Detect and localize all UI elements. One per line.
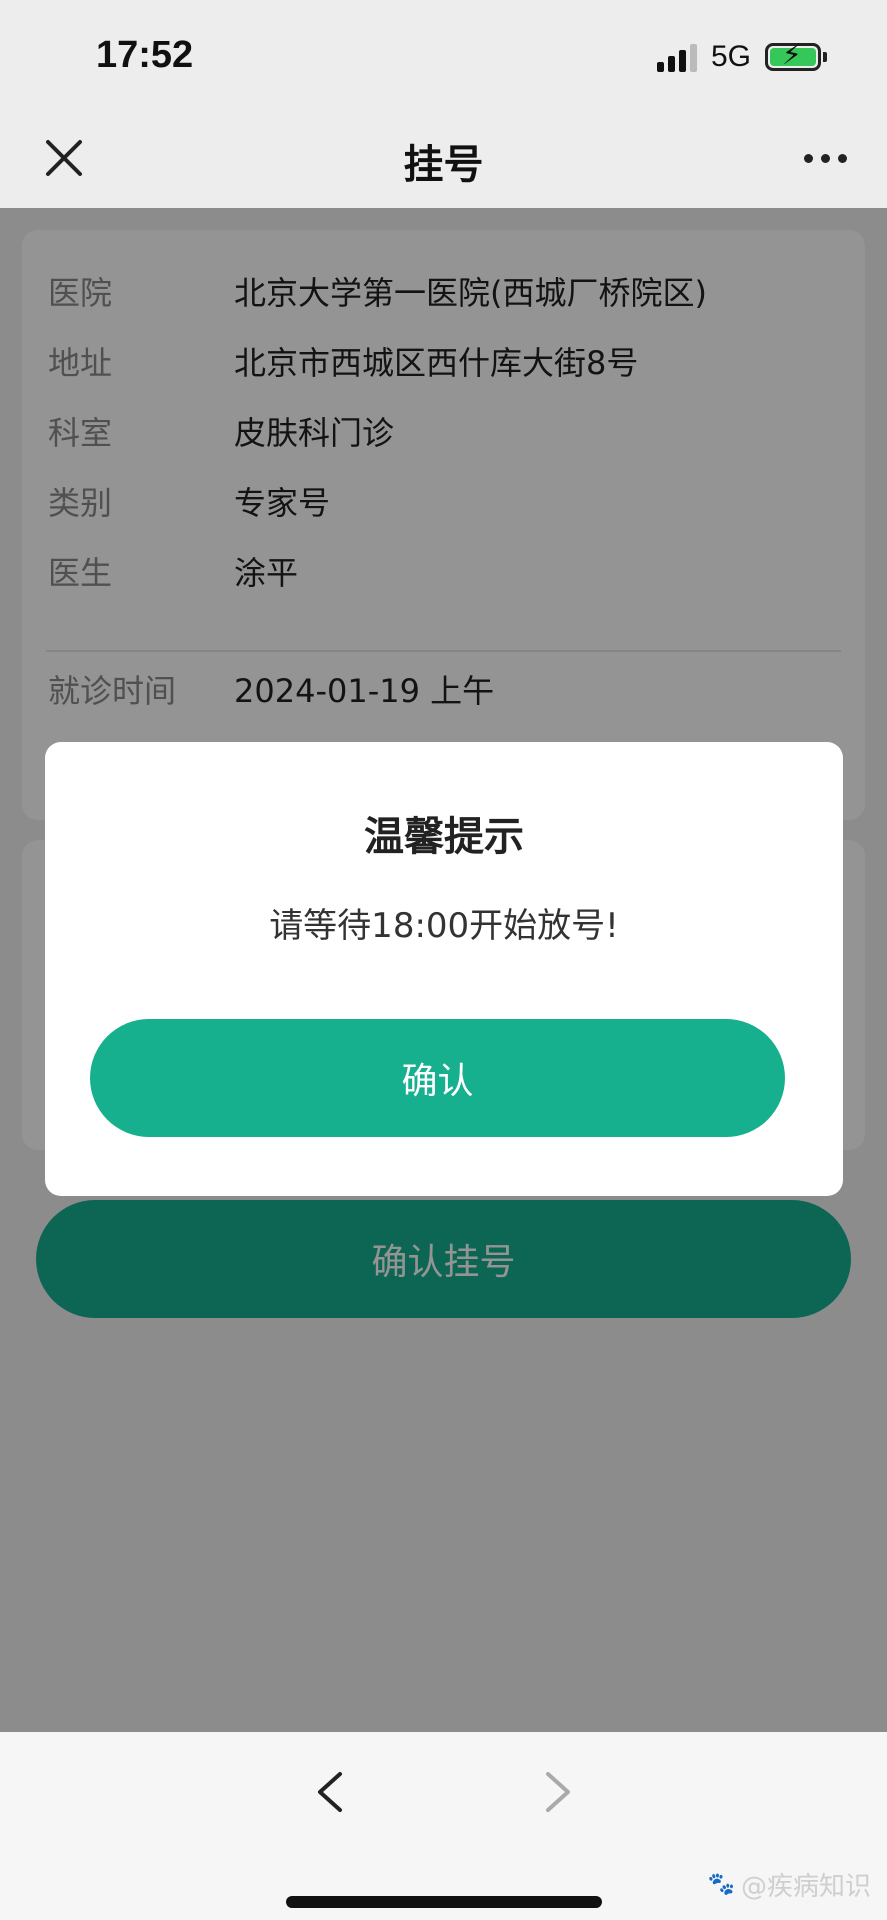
- status-bar: 17:52 5G ⚡: [0, 0, 887, 110]
- bottom-toolbar: 🐾 @疾病知识: [0, 1732, 887, 1920]
- status-time: 17:52: [96, 34, 194, 76]
- watermark-text: @疾病知识: [740, 1872, 871, 1902]
- more-icon[interactable]: [804, 154, 847, 163]
- back-arrow-icon[interactable]: [312, 1768, 348, 1816]
- dialog-confirm-button[interactable]: 确认: [90, 1019, 785, 1137]
- home-indicator[interactable]: [286, 1896, 602, 1908]
- signal-icon: [656, 42, 697, 72]
- status-indicators: 5G ⚡: [656, 40, 827, 74]
- paw-icon: 🐾: [707, 1872, 735, 1897]
- tip-dialog: 温馨提示 请等待18:00开始放号! 确认: [45, 742, 843, 1196]
- forward-arrow-icon[interactable]: [540, 1768, 576, 1816]
- battery-icon: ⚡: [765, 41, 827, 71]
- network-type: 5G: [710, 40, 751, 73]
- dialog-message: 请等待18:00开始放号!: [269, 906, 619, 946]
- watermark: 🐾 @疾病知识: [708, 1866, 871, 1903]
- nav-bar: 挂号: [0, 110, 887, 208]
- dialog-title: 温馨提示: [364, 814, 524, 860]
- page-title: 挂号: [403, 142, 484, 188]
